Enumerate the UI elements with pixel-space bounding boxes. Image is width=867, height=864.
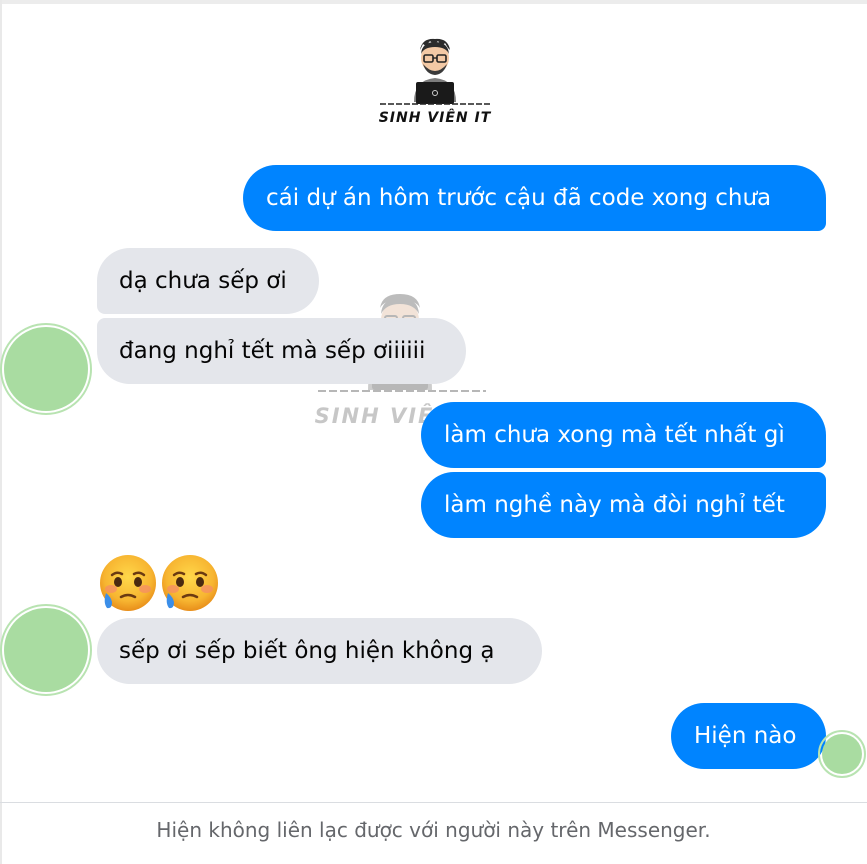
message-received[interactable]: sếp ơi sếp biết ông hiện không ạ	[97, 618, 542, 684]
top-border	[0, 0, 867, 4]
message-sent[interactable]: cái dự án hôm trước cậu đã code xong chư…	[243, 165, 826, 231]
message-text: làm nghề này mà đòi nghỉ tết	[444, 492, 785, 518]
crying-face-icon[interactable]	[98, 553, 158, 613]
logo-brand-text: SINH VIÊN IT	[378, 110, 492, 126]
message-received[interactable]: dạ chưa sếp ơi	[97, 248, 319, 314]
message-sent[interactable]: làm nghề này mà đòi nghỉ tết	[421, 472, 826, 538]
message-text: Hiện nào	[694, 723, 797, 749]
message-sent[interactable]: Hiện nào	[671, 703, 826, 769]
contact-avatar[interactable]	[4, 327, 88, 411]
left-border	[0, 0, 2, 864]
contact-avatar[interactable]	[4, 608, 88, 692]
message-sent[interactable]: làm chưa xong mà tết nhất gì	[421, 402, 826, 468]
message-text: làm chưa xong mà tết nhất gì	[444, 422, 785, 448]
message-text: cái dự án hôm trước cậu đã code xong chư…	[266, 185, 772, 211]
footer-divider	[0, 802, 867, 803]
sinh-vien-it-logo: SINH VIÊN IT	[376, 36, 494, 132]
coder-logo-icon	[380, 38, 490, 105]
message-text: sếp ơi sếp biết ông hiện không ạ	[119, 638, 495, 664]
seen-avatar	[822, 734, 862, 774]
message-text: đang nghỉ tết mà sếp ơiiiiii	[119, 338, 426, 364]
message-received[interactable]: đang nghỉ tết mà sếp ơiiiiii	[97, 318, 466, 384]
crying-face-icon[interactable]	[160, 553, 220, 613]
unavailable-notice: Hiện không liên lạc được với người này t…	[156, 818, 711, 842]
message-text: dạ chưa sếp ơi	[119, 268, 287, 294]
